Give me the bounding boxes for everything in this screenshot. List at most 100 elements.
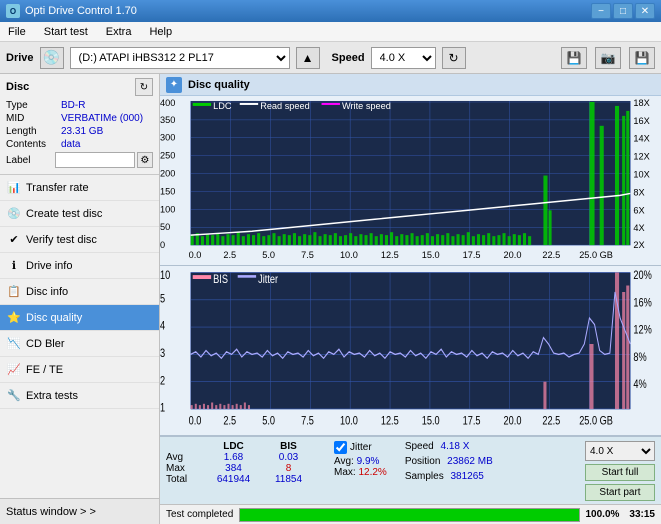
- nav-item-disc-info[interactable]: 📋 Disc info: [0, 279, 159, 305]
- extra-tests-icon: 🔧: [6, 388, 22, 404]
- disc-mid-key: MID: [6, 113, 61, 124]
- nav-label-disc-info: Disc info: [26, 286, 68, 298]
- jitter-avg-row: Avg: 9.9%: [334, 456, 387, 467]
- create-test-disc-icon: 💿: [6, 206, 22, 222]
- svg-text:12.5: 12.5: [381, 250, 399, 260]
- disc-refresh-btn[interactable]: ↻: [135, 78, 153, 96]
- nav-item-fe-te[interactable]: 📈 FE / TE: [0, 357, 159, 383]
- svg-text:10X: 10X: [633, 170, 649, 180]
- svg-text:12%: 12%: [633, 324, 651, 337]
- nav-label-create-test-disc: Create test disc: [26, 208, 102, 220]
- svg-text:250: 250: [160, 151, 175, 161]
- disc-type-row: Type BD-R: [6, 100, 153, 111]
- svg-text:Read speed: Read speed: [260, 101, 310, 111]
- disc-contents-row: Contents data: [6, 139, 153, 150]
- stats-total-label: Total: [166, 474, 206, 485]
- svg-text:2: 2: [160, 374, 165, 387]
- position-label: Position: [405, 456, 441, 467]
- svg-text:2X: 2X: [633, 240, 644, 250]
- ldc-chart: 0 50 100 150 200 250 300 350 400 18X 16X…: [160, 96, 661, 266]
- nav-item-transfer-rate[interactable]: 📊 Transfer rate: [0, 175, 159, 201]
- svg-text:0.0: 0.0: [189, 250, 202, 260]
- menu-starttest[interactable]: Start test: [40, 25, 92, 39]
- svg-text:25.0 GB: 25.0 GB: [579, 415, 613, 428]
- svg-text:22.5: 22.5: [542, 250, 560, 260]
- status-window-label: Status window > >: [6, 506, 96, 518]
- quality-btn[interactable]: 💾: [561, 47, 587, 69]
- titlebar-left: O Opti Drive Control 1.70: [6, 4, 137, 18]
- position-row: Position 23862 MB: [405, 456, 493, 467]
- jitter-checkbox[interactable]: [334, 441, 347, 454]
- nav-item-verify-test-disc[interactable]: ✔ Verify test disc: [0, 227, 159, 253]
- nav-item-extra-tests[interactable]: 🔧 Extra tests: [0, 383, 159, 409]
- disc-label-btn[interactable]: ⚙: [137, 152, 153, 168]
- disc-label-input[interactable]: [55, 152, 135, 168]
- svg-text:2.5: 2.5: [223, 250, 236, 260]
- svg-text:4X: 4X: [633, 223, 644, 233]
- progressbar: [239, 508, 579, 522]
- status-window[interactable]: Status window > >: [0, 498, 159, 524]
- svg-text:6X: 6X: [633, 205, 644, 215]
- progress-pct: 100.0%: [586, 509, 620, 520]
- bis-jitter-chart-svg: 1 2 3 4 5 10 20% 16% 12% 8% 4% 0.0 2.5 5…: [160, 266, 661, 435]
- nav-item-disc-quality[interactable]: ⭐ Disc quality: [0, 305, 159, 331]
- app-title: Opti Drive Control 1.70: [25, 5, 137, 17]
- disc-panel-title: Disc: [6, 81, 29, 93]
- titlebar-controls: − □ ✕: [591, 3, 655, 19]
- nav-item-cd-bler[interactable]: 📉 CD Bler: [0, 331, 159, 357]
- drive-icon-btn[interactable]: 💿: [40, 47, 64, 69]
- svg-text:7.5: 7.5: [301, 250, 314, 260]
- disc-contents-val: data: [61, 139, 153, 150]
- samples-row: Samples 381265: [405, 471, 493, 482]
- svg-text:200: 200: [160, 169, 175, 179]
- content-area: ✦ Disc quality: [160, 74, 661, 524]
- menu-help[interactable]: Help: [145, 25, 176, 39]
- eject-button[interactable]: ▲: [296, 47, 320, 69]
- start-part-button[interactable]: Start part: [585, 484, 655, 501]
- maximize-button[interactable]: □: [613, 3, 633, 19]
- start-full-button[interactable]: Start full: [585, 464, 655, 481]
- test-speed-select[interactable]: 4.0 X 2.0 X 6.0 X: [585, 441, 655, 461]
- svg-text:22.5: 22.5: [542, 415, 560, 428]
- nav-item-drive-info[interactable]: ℹ Drive info: [0, 253, 159, 279]
- svg-text:5.0: 5.0: [262, 250, 275, 260]
- disc-mid-val: VERBATIMe (000): [61, 113, 153, 124]
- menubar: File Start test Extra Help: [0, 22, 661, 42]
- cd-bler-icon: 📉: [6, 336, 22, 352]
- disc-length-val: 23.31 GB: [61, 126, 153, 137]
- svg-text:0: 0: [160, 240, 165, 250]
- disc-panel-header: Disc ↻: [6, 78, 153, 96]
- svg-text:17.5: 17.5: [463, 415, 481, 428]
- progress-time: 33:15: [629, 509, 655, 520]
- stats-header-bis: BIS: [261, 441, 316, 452]
- app-icon: O: [6, 4, 20, 18]
- nav-label-extra-tests: Extra tests: [26, 390, 78, 402]
- speed-label: Speed: [332, 52, 365, 64]
- close-button[interactable]: ✕: [635, 3, 655, 19]
- svg-text:3: 3: [160, 347, 165, 360]
- save-btn[interactable]: 💾: [629, 47, 655, 69]
- disc-quality-header-icon: ✦: [166, 77, 182, 93]
- menu-file[interactable]: File: [4, 25, 30, 39]
- disc-quality-title: Disc quality: [188, 79, 250, 91]
- svg-text:7.5: 7.5: [301, 415, 314, 428]
- disc-info-icon: 📋: [6, 284, 22, 300]
- svg-text:10.0: 10.0: [340, 250, 358, 260]
- stats-avg-bis: 0.03: [261, 452, 316, 463]
- stats-max-ldc: 384: [206, 463, 261, 474]
- nav-label-disc-quality: Disc quality: [26, 312, 82, 324]
- jitter-column: Jitter Avg: 9.9% Max: 12.2%: [334, 441, 387, 478]
- jitter-max-row: Max: 12.2%: [334, 467, 387, 478]
- disc-mid-row: MID VERBATIMe (000): [6, 113, 153, 124]
- refresh-button[interactable]: ↻: [442, 47, 466, 69]
- svg-text:20%: 20%: [633, 269, 651, 282]
- speed-select[interactable]: 4.0 X 2.0 X 6.0 X 8.0 X: [371, 47, 436, 69]
- nav-item-create-test-disc[interactable]: 💿 Create test disc: [0, 201, 159, 227]
- minimize-button[interactable]: −: [591, 3, 611, 19]
- drive-select[interactable]: (D:) ATAPI iHBS312 2 PL17: [70, 47, 290, 69]
- scan-btn[interactable]: 📷: [595, 47, 621, 69]
- svg-text:100: 100: [160, 204, 175, 214]
- stats-area: LDC BIS Avg 1.68 0.03 Max 384 8 Total: [160, 436, 661, 504]
- disc-label-row: Label ⚙: [6, 152, 153, 168]
- menu-extra[interactable]: Extra: [102, 25, 136, 39]
